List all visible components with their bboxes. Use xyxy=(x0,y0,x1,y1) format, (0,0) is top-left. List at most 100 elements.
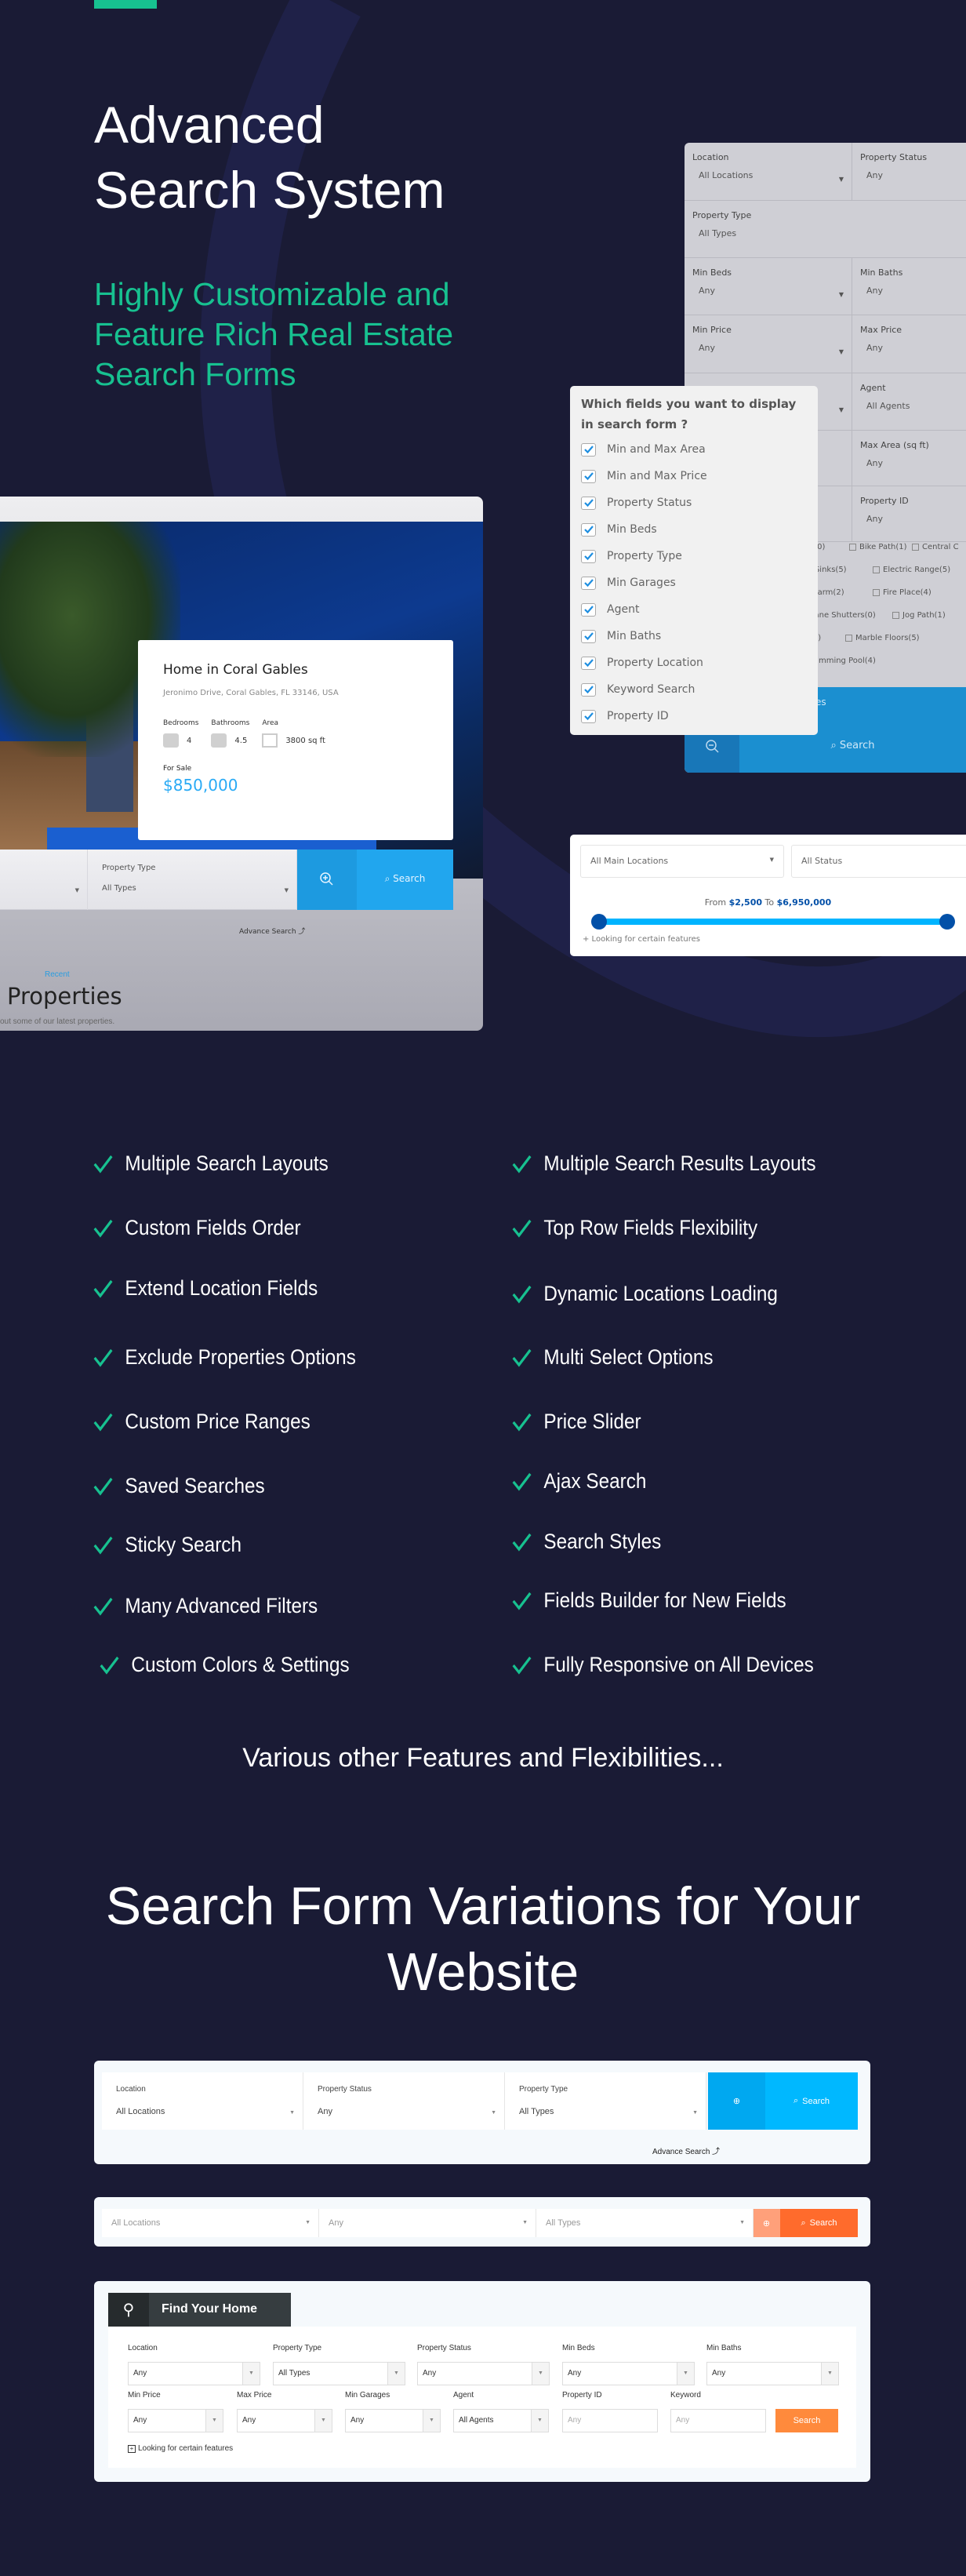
checkbox-checked[interactable] xyxy=(581,442,596,457)
checkbox-checked[interactable] xyxy=(581,496,596,510)
form-select[interactable]: Property Type All Types ▼ xyxy=(505,2072,706,2130)
search-button[interactable]: Search xyxy=(775,2409,838,2432)
checkbox-checked[interactable] xyxy=(581,656,596,670)
checkbox-checked[interactable] xyxy=(581,602,596,617)
field-option-checkbox[interactable]: Min Baths xyxy=(581,623,807,649)
field-label: Keyword xyxy=(670,2391,701,2400)
check-icon xyxy=(93,1279,113,1298)
amenity-checkbox[interactable]: Jog Path(1) xyxy=(892,611,946,620)
panel-field[interactable]: Max Area (sq ft) Any xyxy=(852,431,966,486)
input-placeholder: Any xyxy=(568,2416,582,2425)
chevron-down-icon: ▼ xyxy=(387,2363,405,2385)
search-button[interactable]: ⌕ Search xyxy=(780,2209,858,2237)
panel-field[interactable]: Property ID Any xyxy=(852,486,966,541)
form-select[interactable]: Any ▼ xyxy=(319,2209,536,2237)
field-option-checkbox[interactable]: Min Beds xyxy=(581,516,807,543)
feature-item: Exclude Properties Options xyxy=(93,1345,356,1370)
checkbox-checked[interactable] xyxy=(581,629,596,643)
amenity-checkbox[interactable]: Fire Place(4) xyxy=(873,588,932,597)
form-select[interactable]: Property Status Any ▼ xyxy=(303,2072,505,2130)
amenity-checkbox[interactable]: cane Shutters(0) xyxy=(810,611,876,620)
search-form-variation-1: ⊕ ⌕ Search Advance Search ⤴ Location All … xyxy=(94,2061,870,2164)
form-select[interactable]: All Types ▼ xyxy=(273,2362,405,2385)
panel-field[interactable]: Min Baths Any xyxy=(852,258,966,315)
form-select[interactable]: All Types ▼ xyxy=(536,2209,754,2237)
property-card[interactable]: Home in Coral Gables Jeronimo Drive, Cor… xyxy=(138,640,453,840)
form-select[interactable]: Any ▼ xyxy=(128,2409,223,2432)
spec-label: Bedrooms xyxy=(163,719,199,727)
field-option-checkbox[interactable]: Property Status xyxy=(581,489,807,516)
field-option-checkbox[interactable]: Property ID xyxy=(581,703,807,730)
advanced-search-toggle[interactable]: ⊕ xyxy=(708,2072,765,2130)
panel-field[interactable]: Agent All Agents xyxy=(852,373,966,430)
search-button[interactable]: ⌕ Search xyxy=(357,850,453,910)
amenity-checkbox[interactable]: Bike Path(1) xyxy=(849,543,907,551)
form-select[interactable]: Any ▼ xyxy=(706,2362,839,2385)
field-option-checkbox[interactable]: Keyword Search xyxy=(581,676,807,703)
amenity-checkbox[interactable]: Marble Floors(5) xyxy=(845,634,920,642)
panel-field[interactable]: Max Price Any xyxy=(852,315,966,373)
slider-min-handle[interactable] xyxy=(591,914,607,930)
field-value: All Agents xyxy=(866,401,910,411)
field-label: Location xyxy=(116,2085,146,2094)
property-type-select[interactable]: Property Type All Types ▼ xyxy=(88,850,297,910)
search-field-partial[interactable]: ▼ xyxy=(0,850,88,910)
checkbox-checked[interactable] xyxy=(581,469,596,483)
slider-max-handle[interactable] xyxy=(939,914,955,930)
form-select[interactable]: All Locations ▼ xyxy=(102,2209,319,2237)
text-input[interactable]: Any xyxy=(670,2409,766,2432)
checkbox-checked[interactable] xyxy=(581,576,596,590)
checkbox-checked[interactable] xyxy=(581,549,596,563)
features-link[interactable]: + Looking for certain features xyxy=(583,935,700,944)
check-icon xyxy=(93,1536,113,1555)
property-status: For Sale xyxy=(163,765,192,773)
check-icon xyxy=(512,1472,532,1491)
check-icon xyxy=(512,1285,532,1304)
checkbox[interactable] xyxy=(873,566,880,573)
panel-field[interactable]: Property TypeAll Types▼ xyxy=(685,201,966,257)
form-select[interactable]: Any ▼ xyxy=(345,2409,441,2432)
checkbox[interactable] xyxy=(845,634,852,642)
form-select[interactable]: All Agents ▼ xyxy=(453,2409,549,2432)
feature-item: Extend Location Fields xyxy=(93,1276,318,1301)
panel-field[interactable]: Min Price Any ▼ xyxy=(685,315,852,373)
field-option-checkbox[interactable]: Property Type xyxy=(581,543,807,569)
form-select[interactable]: Any ▼ xyxy=(562,2362,695,2385)
field-option-checkbox[interactable]: Min and Max Area xyxy=(581,436,807,463)
checkbox[interactable] xyxy=(912,543,919,551)
advanced-search-toggle[interactable]: ⊕ xyxy=(753,2209,780,2237)
features-link[interactable]: + Looking for certain features xyxy=(128,2444,233,2453)
main-location-select[interactable]: All Main Locations ▼ xyxy=(580,845,784,878)
form-select[interactable]: Any ▼ xyxy=(417,2362,550,2385)
amenity-checkbox[interactable]: Central C xyxy=(912,543,959,551)
field-option-checkbox[interactable]: Agent xyxy=(581,596,807,623)
checkbox-checked[interactable] xyxy=(581,682,596,697)
price-slider[interactable] xyxy=(591,914,955,930)
feature-item: Many Advanced Filters xyxy=(93,1594,318,1618)
field-option-checkbox[interactable]: Property Location xyxy=(581,649,807,676)
text-input[interactable]: Any xyxy=(562,2409,658,2432)
form-select[interactable]: Location All Locations ▼ xyxy=(102,2072,303,2130)
field-option-checkbox[interactable]: Min Garages xyxy=(581,569,807,596)
checkbox-checked[interactable] xyxy=(581,522,596,537)
feature-label: Many Advanced Filters xyxy=(125,1594,318,1617)
amenity-checkbox[interactable]: wimming Pool(4) xyxy=(810,657,876,665)
advanced-search-toggle[interactable] xyxy=(297,850,357,910)
form-select[interactable]: Any ▼ xyxy=(237,2409,332,2432)
field-option-checkbox[interactable]: Min and Max Price xyxy=(581,463,807,489)
form-select[interactable]: Any ▼ xyxy=(128,2362,260,2385)
checkbox[interactable] xyxy=(873,588,880,596)
feature-label: Multi Select Options xyxy=(543,1345,714,1369)
panel-field[interactable]: Min Beds Any ▼ xyxy=(685,258,852,315)
search-button[interactable]: ⌕ Search xyxy=(765,2072,858,2130)
checkbox[interactable] xyxy=(892,611,899,619)
panel-field[interactable]: Location All Locations ▼ xyxy=(685,143,852,200)
property-listing-preview: Home in Coral Gables Jeronimo Drive, Cor… xyxy=(0,497,483,1031)
panel-field[interactable]: Property Status Any xyxy=(852,143,966,200)
status-select[interactable]: All Status xyxy=(791,845,966,878)
amenity-checkbox[interactable]: Electric Range(5) xyxy=(873,566,950,574)
field-label: Property Type xyxy=(102,864,156,872)
checkbox[interactable] xyxy=(849,543,856,551)
checkbox-checked[interactable] xyxy=(581,709,596,723)
amenity-label: Marble Floors(5) xyxy=(855,634,920,642)
